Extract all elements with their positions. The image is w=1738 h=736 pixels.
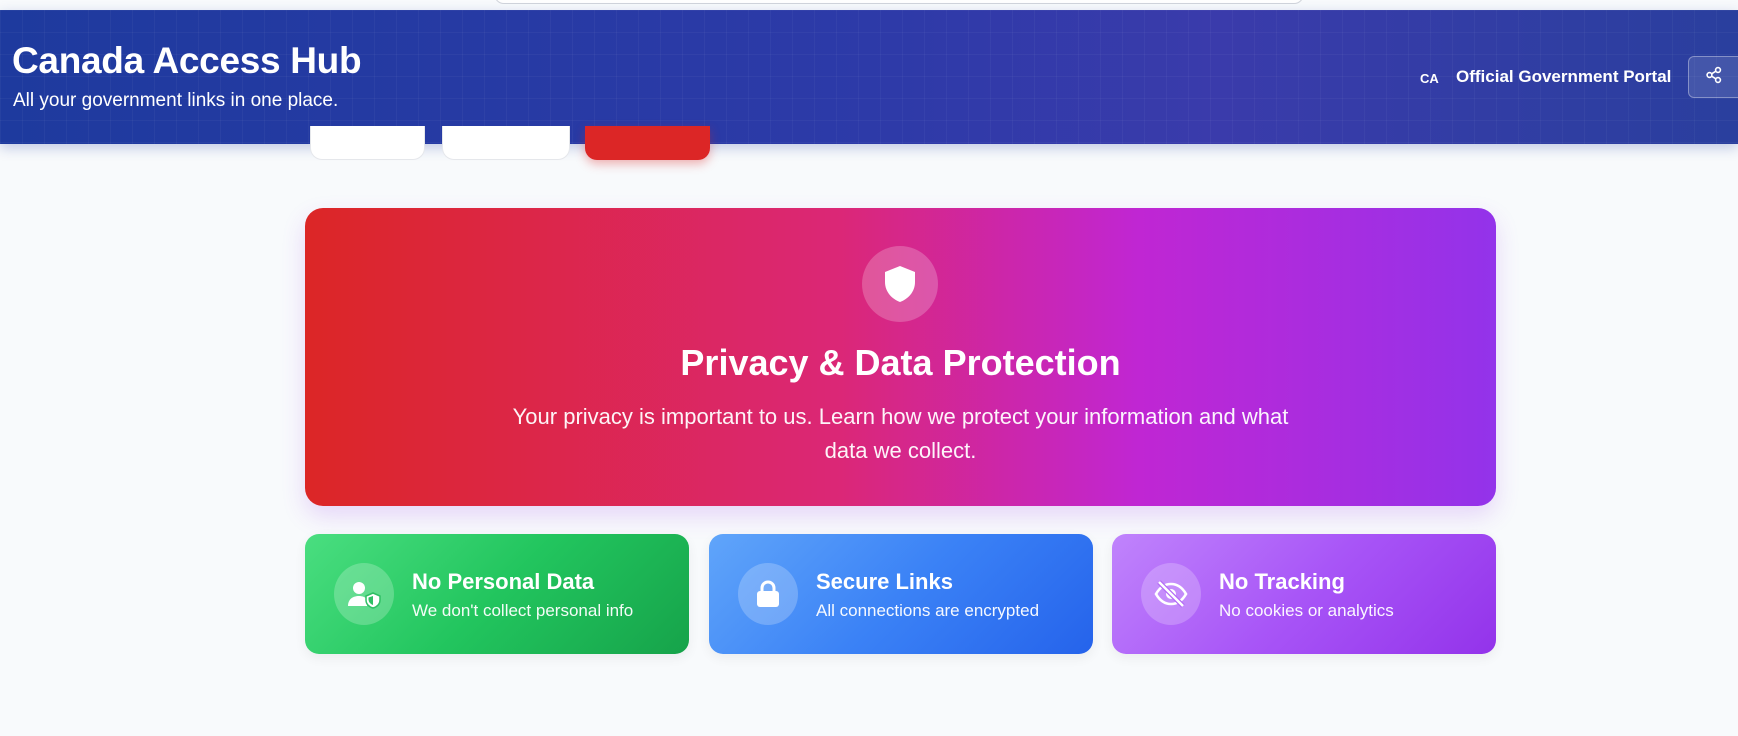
nav-tab[interactable]: [442, 126, 570, 160]
search-bar[interactable]: [494, 0, 1304, 4]
user-shield-icon: [334, 563, 394, 625]
country-code-badge: CA: [1420, 71, 1439, 86]
share-icon: [1705, 66, 1723, 89]
feature-card-no-tracking: No Tracking No cookies or analytics: [1112, 534, 1496, 654]
site-header: Canada Access Hub All your government li…: [0, 10, 1738, 144]
feature-title: Secure Links: [816, 569, 953, 594]
feature-description: All connections are encrypted: [816, 601, 1040, 620]
portal-label: Official Government Portal: [1456, 67, 1672, 86]
feature-card-secure-links: Secure Links All connections are encrypt…: [709, 534, 1093, 654]
site-title: Canada Access Hub: [12, 40, 362, 81]
hero-title: Privacy & Data Protection: [680, 342, 1121, 383]
eye-slash-icon: [1141, 563, 1201, 625]
nav-tab[interactable]: [310, 126, 425, 160]
feature-description: No cookies or analytics: [1219, 601, 1394, 620]
privacy-hero-card: Privacy & Data Protection Your privacy i…: [305, 208, 1496, 506]
nav-tab-active[interactable]: [585, 126, 710, 160]
feature-description: We don't collect personal info: [412, 601, 634, 620]
shield-icon: [862, 246, 938, 322]
site-tagline: All your government links in one place.: [13, 90, 339, 111]
feature-card-no-personal-data: No Personal Data We don't collect person…: [305, 534, 689, 654]
feature-title: No Tracking: [1219, 569, 1345, 594]
feature-title: No Personal Data: [412, 569, 595, 594]
hero-description: Your privacy is important to us. Learn h…: [512, 404, 1289, 463]
top-strip: [0, 0, 1738, 10]
lock-icon: [738, 563, 798, 625]
share-button[interactable]: [1688, 56, 1738, 98]
